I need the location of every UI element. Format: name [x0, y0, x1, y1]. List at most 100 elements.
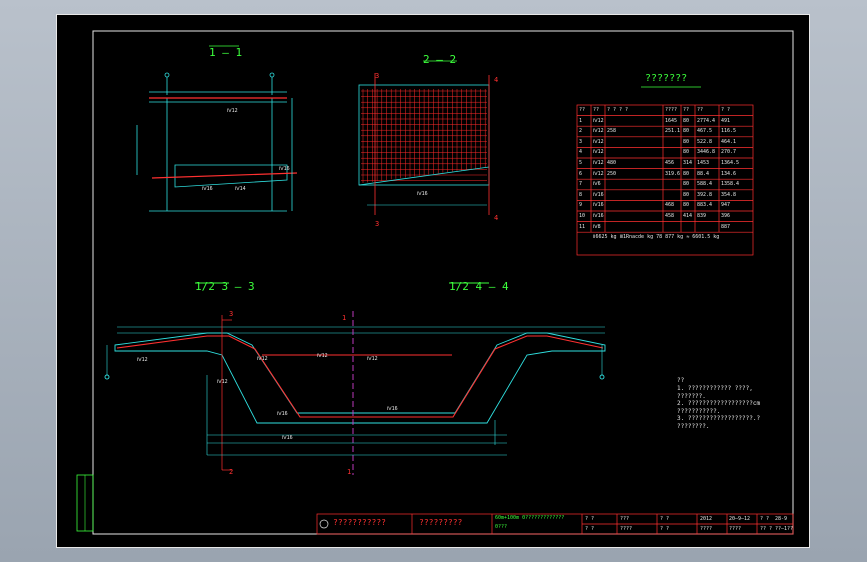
tb-r2c7: ??—1?? [775, 526, 794, 532]
section-1-1-drawing: Ⅳ12 Ⅳ16 Ⅳ16 Ⅳ14 [136, 45, 298, 212]
table-cell: 396 [721, 213, 731, 219]
table-header-cell: ? ? [721, 107, 731, 113]
table-header-cell: ?? [593, 107, 600, 113]
table-cell: Ⅳ16 [593, 191, 604, 198]
table-cell: 11 [579, 223, 586, 230]
note-line: ???????. [677, 392, 706, 400]
table-cell: 270.7 [721, 149, 737, 156]
svg-text:Ⅳ16: Ⅳ16 [279, 166, 290, 172]
table-cell: 80 [683, 128, 690, 135]
table-cell: 134.6 [721, 170, 737, 177]
table-cell: 458 [665, 213, 675, 219]
box-girder-cross-section: Ⅳ12 Ⅳ12 Ⅳ12 Ⅳ16 Ⅳ16 Ⅳ16 Ⅳ12 Ⅳ12 [104, 282, 606, 475]
svg-text:Ⅳ12: Ⅳ12 [317, 353, 328, 359]
cad-drawing-sheet: Ⅳ12 Ⅳ16 Ⅳ16 Ⅳ14 Ⅳ16 Ⅳ12 Ⅳ12 Ⅳ12 Ⅳ16 Ⅳ16 … [56, 14, 810, 548]
svg-text:Ⅳ12: Ⅳ12 [367, 356, 378, 362]
table-cell: 883.4 [697, 202, 713, 209]
table-cell: 2 [579, 128, 583, 135]
notes-heading: ?? [677, 377, 685, 384]
project-name: 60m+100m 0????????????? [495, 515, 565, 521]
table-header-cell: ?? [697, 107, 704, 113]
marker-3-top: 3 [375, 72, 380, 80]
table-cell: 3446.8 [697, 149, 716, 156]
tb-date: 20—9—12 [729, 516, 751, 522]
table-cell: Ⅳ16 [593, 213, 604, 219]
svg-text:Ⅳ16: Ⅳ16 [202, 186, 213, 192]
table-cell: 80 [683, 202, 690, 209]
table-cell: 887 [721, 223, 731, 230]
tb-r2c3: ? ? [660, 526, 670, 532]
table-cell: 354.8 [721, 191, 737, 198]
table-cell: 392.8 [697, 191, 713, 198]
table-cell: 1358.4 [721, 181, 740, 188]
table-cell: 80 [683, 138, 690, 145]
tb-c1: ? ? [585, 516, 595, 522]
tb-r2c6: ?? ? [760, 526, 773, 532]
rebar-quantity-table: ????? ? ? ?????????? ? 1 Ⅳ12 1645 80 2774.4 49… [577, 105, 753, 255]
svg-text:Ⅳ14: Ⅳ14 [235, 186, 246, 192]
table-cell: Ⅳ12 [593, 160, 604, 166]
note-line: ???????????. [677, 407, 721, 415]
tb-c5: 2012 [700, 516, 713, 522]
table-cell: Ⅳ12 [593, 117, 604, 124]
tb-scale: ? ? [760, 516, 770, 522]
table-cell: 251.1 [665, 128, 681, 135]
section-2-2-label: 2 — 2 [423, 53, 457, 66]
table-cell: Ⅳ6 [593, 181, 601, 188]
table-cell: 319.6 [665, 170, 681, 177]
table-cell: 10 [579, 213, 586, 219]
section-2-2-drawing: Ⅳ16 [358, 60, 490, 215]
marker-2-cross: 2 [229, 468, 234, 476]
marker-4-bottom: 4 [494, 214, 499, 222]
tb-sheet: 28-9 [775, 516, 788, 522]
table-cell: 2774.4 [697, 117, 716, 124]
note-line: 2. ??????????????????cm [677, 400, 761, 407]
table-cell: 314 [683, 160, 693, 166]
table-cell: 80 [683, 149, 690, 156]
table-header-cell: ???? [665, 107, 678, 113]
table-header-cell: ?? [683, 107, 690, 113]
marker-3-cross: 3 [229, 310, 234, 318]
tb-r2c5: ???? [729, 526, 742, 532]
table-cell: 468 [665, 202, 675, 209]
tb-c3: ? ? [660, 516, 670, 522]
table-cell: 456 [665, 160, 675, 166]
svg-text:Ⅳ16: Ⅳ16 [277, 411, 288, 417]
table-cell: 258 [607, 128, 617, 135]
tb-c2: ??? [620, 516, 630, 522]
notes-list: 1. ???????????? ????, ???????. 2. ???????… [677, 385, 760, 430]
svg-text:Ⅳ12: Ⅳ12 [227, 108, 238, 114]
drawing-name: ????????? [419, 518, 463, 527]
svg-text:Ⅳ16: Ⅳ16 [282, 435, 293, 441]
table-cell: Ⅳ8 [593, 223, 601, 230]
table-total: Ⅱ6625 kg Ⅲ1Rnacde kg 78 877 kg ≈ 6601.5 … [593, 234, 720, 241]
marker-1-bottom: 1 [347, 468, 352, 476]
table-header-cell: ? ? ? ? [607, 107, 629, 113]
tb-r2c2: ???? [620, 526, 633, 532]
table-header-cell: ?? [579, 107, 586, 113]
svg-text:Ⅳ16: Ⅳ16 [417, 191, 428, 197]
table-cell: 250 [607, 170, 617, 177]
marker-3-bottom: 3 [375, 220, 380, 228]
table-cell: 522.8 [697, 138, 713, 145]
section-1-1-label: 1 — 1 [209, 46, 243, 59]
table-cell: 6 [579, 170, 583, 177]
svg-text:Ⅳ12: Ⅳ12 [217, 379, 228, 385]
note-line: 3. ??????????????????.? [677, 415, 761, 422]
table-cell: 4 [579, 149, 583, 156]
svg-text:Ⅳ12: Ⅳ12 [257, 356, 268, 362]
table-title: ??????? [645, 73, 688, 84]
tb-r2c1: ? ? [585, 526, 595, 532]
table-cell: 80 [683, 117, 690, 124]
table-cell: 464.1 [721, 138, 737, 145]
svg-text:Ⅳ16: Ⅳ16 [387, 406, 398, 412]
company-name: ??????????? [333, 518, 386, 527]
table-cell: Ⅳ12 [593, 138, 604, 145]
marker-1-top: 1 [342, 314, 347, 322]
note-line: 1. ???????????? ????, [677, 385, 753, 392]
table-cell: 947 [721, 202, 731, 209]
table-cell: Ⅳ16 [593, 202, 604, 209]
svg-text:Ⅳ12: Ⅳ12 [137, 357, 148, 363]
table-cell: Ⅳ12 [593, 170, 604, 177]
table-cell: 3 [579, 138, 583, 145]
